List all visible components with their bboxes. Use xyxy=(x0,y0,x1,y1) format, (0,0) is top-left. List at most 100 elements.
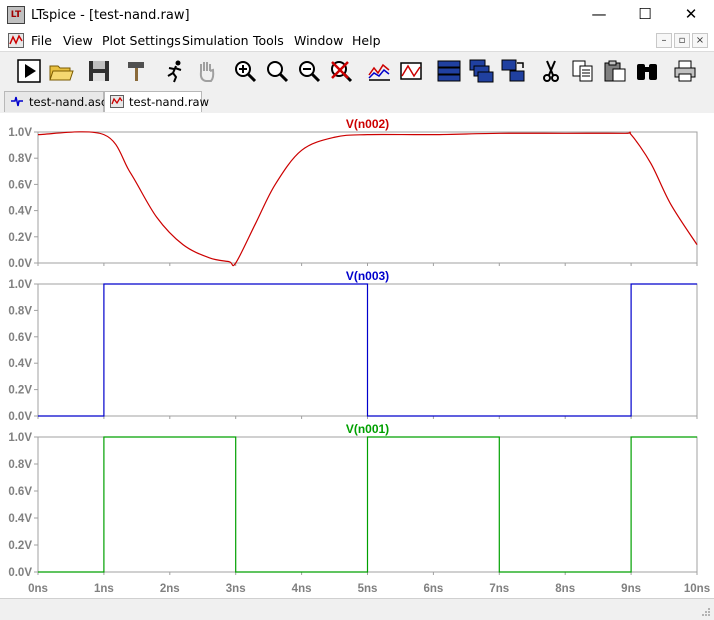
tab-label: test-nand.raw xyxy=(129,95,209,109)
tile-vertical-button[interactable] xyxy=(500,58,526,84)
y-tick-label: 0.2V xyxy=(8,232,32,244)
y-tick-label: 0.0V xyxy=(8,411,32,423)
y-tick-label: 0.8V xyxy=(8,153,32,165)
y-tick-label: 0.8V xyxy=(8,305,32,317)
zoom-in-icon xyxy=(235,61,257,83)
zoom-out-button[interactable] xyxy=(296,58,322,84)
trace-label: V(n003) xyxy=(346,269,389,283)
tab-test-nand-asc[interactable]: test-nand.asc xyxy=(4,91,108,112)
menu-file[interactable]: File xyxy=(31,33,52,48)
ltspice-logo-icon: LT xyxy=(7,6,25,24)
hand-icon xyxy=(199,62,215,82)
minimize-button[interactable]: — xyxy=(576,0,622,31)
y-tick-label: 0.2V xyxy=(8,385,32,397)
waveform-icon xyxy=(110,95,124,108)
play-icon xyxy=(17,59,41,83)
tab-test-nand-raw[interactable]: test-nand.raw xyxy=(104,91,209,112)
y-tick-label: 1.0V xyxy=(8,279,32,291)
copy-icon xyxy=(572,60,593,82)
binoculars-icon xyxy=(637,64,657,80)
autorange-button[interactable] xyxy=(366,58,392,84)
trace-label: V(n002) xyxy=(346,117,389,131)
zoom-area-button[interactable] xyxy=(232,58,258,84)
mdi-minimize-button[interactable]: – xyxy=(656,33,672,48)
fft-icon xyxy=(400,62,422,80)
open-button[interactable] xyxy=(48,58,74,84)
x-tick-label: 7ns xyxy=(489,583,509,595)
waveform-icon[interactable] xyxy=(8,33,24,48)
trace-label: V(n001) xyxy=(346,422,389,436)
x-tick-label: 2ns xyxy=(160,583,180,595)
menu-simulation[interactable]: Simulation xyxy=(182,33,249,48)
cut-button[interactable] xyxy=(538,58,564,84)
menu-window[interactable]: Window xyxy=(294,33,343,48)
print-button[interactable] xyxy=(672,58,698,84)
mdi-restore-button[interactable]: ▫ xyxy=(674,33,690,48)
zoom-cancel-button[interactable] xyxy=(328,58,354,84)
hammer-icon xyxy=(128,62,144,81)
tile-horizontal-button[interactable] xyxy=(436,58,462,84)
resize-grip-icon[interactable] xyxy=(701,607,711,617)
clipboard-icon xyxy=(604,60,626,82)
y-tick-label: 0.2V xyxy=(8,540,32,552)
y-tick-label: 0.0V xyxy=(8,567,32,579)
copy-button[interactable] xyxy=(570,58,596,84)
cascade-windows-icon xyxy=(469,59,494,83)
halt-button[interactable] xyxy=(162,58,188,84)
menu-bar: File View Plot Settings Simulation Tools… xyxy=(0,31,714,51)
scissors-icon xyxy=(543,60,559,82)
menu-plot-settings[interactable]: Plot Settings xyxy=(102,33,181,48)
save-button[interactable] xyxy=(86,58,112,84)
y-tick-label: 0.4V xyxy=(8,206,32,218)
cascade-button[interactable] xyxy=(468,58,494,84)
y-tick-label: 0.6V xyxy=(8,486,32,498)
tab-label: test-nand.asc xyxy=(29,95,108,109)
pan-button[interactable] xyxy=(194,58,220,84)
autorange-icon xyxy=(368,63,390,81)
paste-button[interactable] xyxy=(602,58,628,84)
x-tick-label: 5ns xyxy=(358,583,378,595)
tile-vertical-icon xyxy=(501,59,525,82)
running-man-icon xyxy=(167,60,182,83)
y-tick-label: 0.4V xyxy=(8,513,32,525)
plot-frame xyxy=(37,131,698,264)
find-button[interactable] xyxy=(634,58,660,84)
menu-view[interactable]: View xyxy=(63,33,93,48)
waveform-plots[interactable]: V(n002) 1.0V 0.8V 0.6V 0.4V 0.2V 0.0V V(n003) 1.… xyxy=(0,113,714,598)
fft-button[interactable] xyxy=(398,58,424,84)
y-tick-label: 0.0V xyxy=(8,258,32,270)
status-bar xyxy=(0,598,714,620)
y-tick-label: 0.8V xyxy=(8,459,32,471)
x-tick-label: 8ns xyxy=(555,583,575,595)
mdi-close-button[interactable]: × xyxy=(692,33,708,48)
y-tick-label: 1.0V xyxy=(8,127,32,139)
x-tick-label: 10ns xyxy=(684,583,710,595)
x-tick-label: 6ns xyxy=(423,583,443,595)
y-tick-label: 1.0V xyxy=(8,432,32,444)
schematic-icon xyxy=(11,96,23,107)
y-tick-label: 0.6V xyxy=(8,179,32,191)
control-panel-button[interactable] xyxy=(124,58,150,84)
waveform-viewer[interactable]: V(n002) 1.0V 0.8V 0.6V 0.4V 0.2V 0.0V V(n003) 1.… xyxy=(0,113,714,598)
y-tick-label: 0.4V xyxy=(8,358,32,370)
folder-open-icon xyxy=(49,65,74,81)
y-tick-label: 0.6V xyxy=(8,332,32,344)
zoom-out-icon xyxy=(299,61,321,83)
window-title: LTspice - [test-nand.raw] xyxy=(31,8,190,23)
floppy-disk-icon xyxy=(89,61,109,81)
title-bar: LT LTspice - [test-nand.raw] — ☐ ✕ xyxy=(0,0,714,31)
x-tick-label: 4ns xyxy=(292,583,312,595)
run-button[interactable] xyxy=(16,58,42,84)
close-button[interactable]: ✕ xyxy=(668,0,714,31)
menu-help[interactable]: Help xyxy=(352,33,381,48)
menu-tools[interactable]: Tools xyxy=(253,33,284,48)
zoom-icon xyxy=(267,61,289,83)
x-tick-label: 9ns xyxy=(621,583,641,595)
toolbar xyxy=(0,51,714,90)
zoom-back-button[interactable] xyxy=(264,58,290,84)
maximize-button[interactable]: ☐ xyxy=(622,0,668,31)
tile-horizontal-icon xyxy=(437,60,461,82)
printer-icon xyxy=(674,60,696,82)
x-tick-label: 3ns xyxy=(226,583,246,595)
x-tick-label: 0ns xyxy=(28,583,48,595)
